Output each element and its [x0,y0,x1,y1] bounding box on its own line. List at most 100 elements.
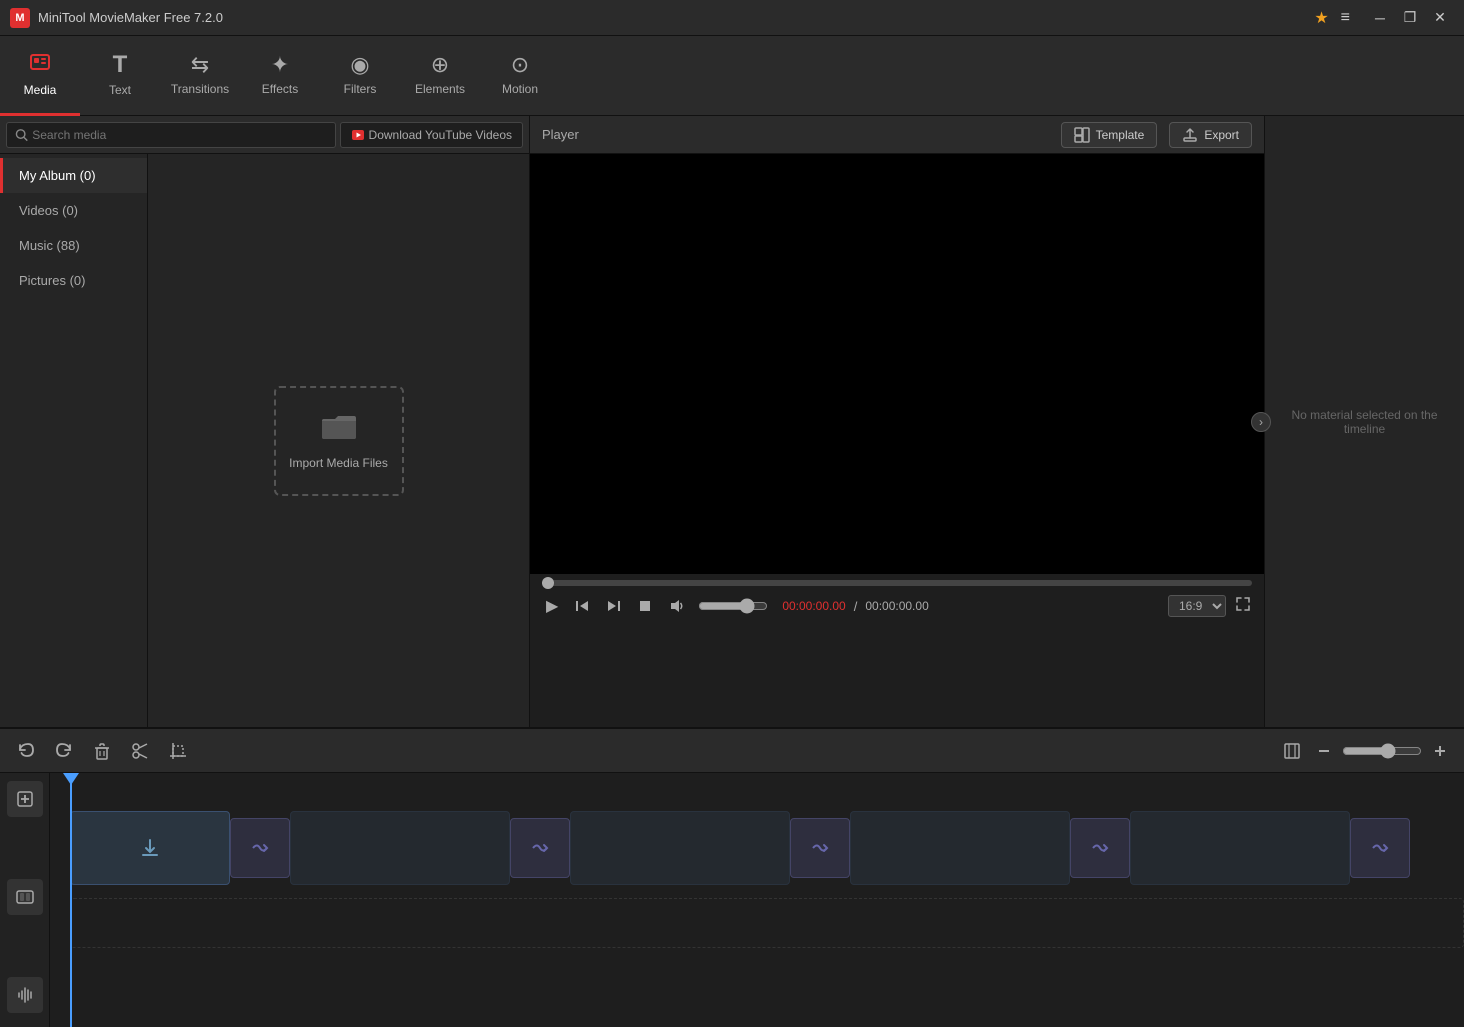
sidebar-item-album[interactable]: My Album (0) [0,158,147,193]
import-media-box[interactable]: Import Media Files [274,386,404,496]
cut-button[interactable] [126,737,154,765]
time-separator: / [854,599,858,614]
no-material-text: No material selected on the timeline [1265,388,1464,456]
transition-clip[interactable] [1070,818,1130,878]
fullscreen-button[interactable] [1234,595,1252,618]
toolbar-media-label: Media [24,83,57,97]
transition-clip[interactable] [790,818,850,878]
video-track-icon[interactable] [7,879,43,915]
zoom-controls [1278,737,1452,765]
toolbar-item-filters[interactable]: ◉ Filters [320,36,400,116]
crop-button[interactable] [164,737,192,765]
template-icon [1074,127,1090,143]
transition-clip[interactable] [230,818,290,878]
search-input[interactable] [32,128,326,142]
export-icon [1182,127,1198,143]
zoom-slider[interactable] [1342,743,1422,759]
toolbar-item-transitions[interactable]: ⇆ Transitions [160,36,240,116]
media-sidebar: My Album (0) Videos (0) Music (88) Pictu… [0,154,148,727]
import-label: Import Media Files [289,456,388,470]
minimize-button[interactable]: ─ [1366,4,1394,32]
time-current: 00:00:00.00 [782,599,845,613]
media-icon [29,51,51,79]
volume-button[interactable] [664,595,690,617]
fit-timeline-button[interactable] [1278,737,1306,765]
tracks-container [50,773,1464,953]
audio-track-icon[interactable] [7,977,43,1013]
crown-icon: ★ [1314,8,1328,28]
template-label: Template [1096,128,1145,142]
player-video [530,154,1264,574]
folder-icon [321,411,357,448]
transition-clip[interactable] [510,818,570,878]
search-box[interactable] [6,122,336,148]
prev-button[interactable] [570,596,594,616]
app-title: MiniTool MovieMaker Free 7.2.0 [38,10,1306,25]
timeline-toolbar [0,729,1464,773]
time-total: 00:00:00.00 [865,599,928,613]
delete-button[interactable] [88,737,116,765]
stop-button[interactable] [634,597,656,615]
effects-icon: ✦ [271,52,289,78]
player-controls: ▶ 00:00:00.00 / 00:00:00.00 [530,574,1264,624]
progress-knob[interactable] [542,577,554,589]
zoom-out-button[interactable] [1312,739,1336,763]
main-toolbar: Media T Text ⇆ Transitions ✦ Effects ◉ F… [0,36,1464,116]
track-clip[interactable] [290,811,510,885]
close-button[interactable]: ✕ [1426,4,1454,32]
download-youtube-button[interactable]: Download YouTube Videos [340,122,523,148]
template-button[interactable]: Template [1061,122,1158,148]
app-icon: M [10,8,30,28]
toolbar-motion-label: Motion [502,82,538,96]
restore-button[interactable]: ❐ [1396,4,1424,32]
track-clip[interactable] [850,811,1070,885]
media-content: My Album (0) Videos (0) Music (88) Pictu… [0,154,529,727]
playhead[interactable] [70,773,72,1027]
add-media-control[interactable] [7,781,43,817]
sidebar-item-music[interactable]: Music (88) [0,228,147,263]
toolbar-filters-label: Filters [344,82,377,96]
sidebar-item-videos[interactable]: Videos (0) [0,193,147,228]
track-clip[interactable] [570,811,790,885]
toolbar-item-effects[interactable]: ✦ Effects [240,36,320,116]
progress-bar[interactable] [542,580,1252,586]
player-area: Player Template Export ▶ [530,116,1264,727]
zoom-in-button[interactable] [1428,739,1452,763]
timeline-track-controls [0,773,50,1027]
transition-clip[interactable] [1350,818,1410,878]
audio-track-row [70,893,1464,953]
export-label: Export [1204,128,1239,142]
timeline-tracks [50,773,1464,1027]
right-panel: › No material selected on the timeline [1264,116,1464,727]
toolbar-item-motion[interactable]: ⊙ Motion [480,36,560,116]
aspect-ratio-select[interactable]: 16:9 9:16 4:3 1:1 [1168,595,1226,617]
toolbar-item-elements[interactable]: ⊕ Elements [400,36,480,116]
volume-slider[interactable] [698,598,768,614]
redo-button[interactable] [50,737,78,765]
menu-icon[interactable]: ≡ [1341,9,1350,27]
collapse-button[interactable]: › [1251,412,1271,432]
filters-icon: ◉ [350,52,369,78]
elements-icon: ⊕ [431,52,449,78]
video-track-row [70,803,1464,893]
toolbar-effects-label: Effects [262,82,298,96]
search-icon [15,128,28,142]
player-header: Player Template Export [530,116,1264,154]
transition-icon [1090,838,1110,858]
export-button[interactable]: Export [1169,122,1252,148]
undo-button[interactable] [12,737,40,765]
toolbar-transitions-label: Transitions [171,82,229,96]
media-drop-area: Import Media Files [148,154,529,727]
timeline-content [0,773,1464,1027]
toolbar-item-media[interactable]: Media [0,36,80,116]
track-clip[interactable] [70,811,230,885]
next-button[interactable] [602,596,626,616]
transitions-icon: ⇆ [191,52,209,78]
sidebar-item-pictures[interactable]: Pictures (0) [0,263,147,298]
timeline-section [0,727,1464,1027]
play-button[interactable]: ▶ [542,594,562,618]
track-clip[interactable] [1130,811,1350,885]
toolbar-item-text[interactable]: T Text [80,36,160,116]
playhead-arrow [63,773,79,785]
transition-icon [250,838,270,858]
